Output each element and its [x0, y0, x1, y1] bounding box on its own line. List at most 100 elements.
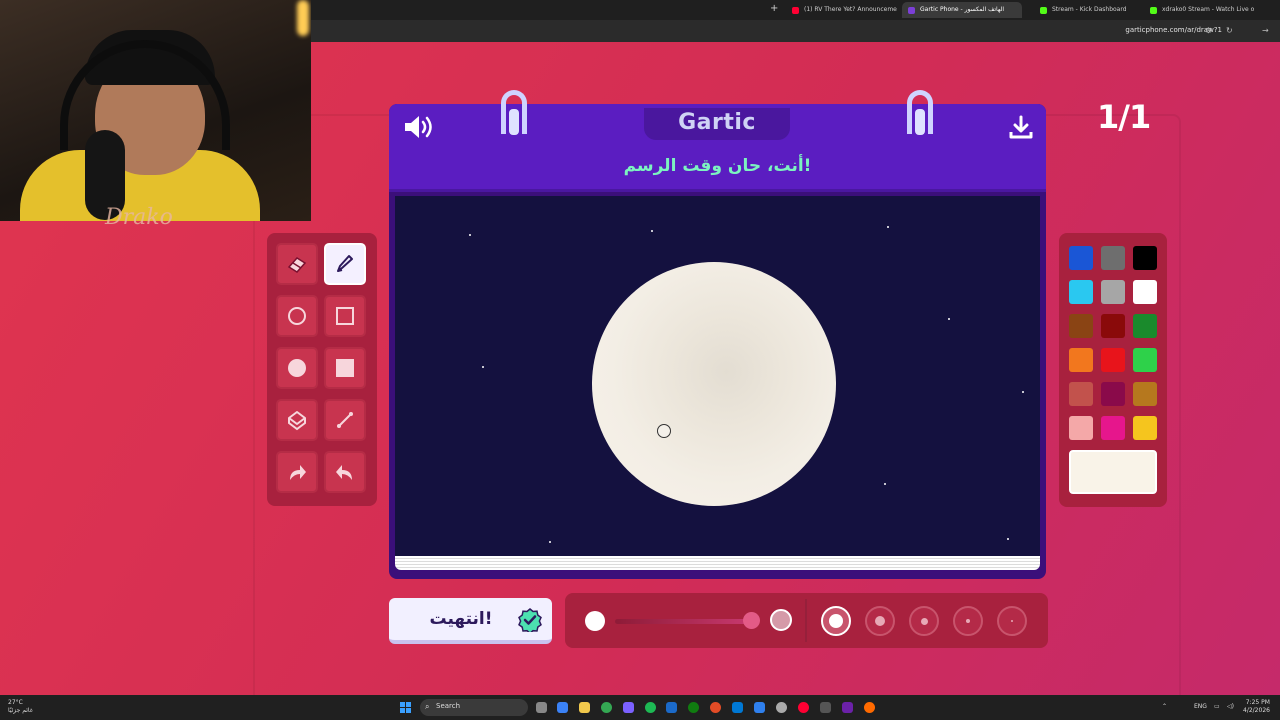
color-swatch[interactable] [1069, 280, 1093, 304]
weather-desc: غائم جزئيًا [8, 707, 33, 714]
color-swatch[interactable] [1069, 382, 1093, 406]
binder-ring-left [501, 90, 527, 135]
browser-tab[interactable]: (1) RV There Yet? Announceme [786, 2, 898, 18]
new-tab-button[interactable]: + [770, 3, 778, 14]
windows-start-icon[interactable] [400, 702, 411, 713]
browser-tab[interactable]: Gartic Phone - الهاتف المكسور [902, 2, 1022, 18]
forward-icon[interactable]: → [1262, 26, 1269, 35]
tab-label: Stream - Kick Dashboard [1052, 6, 1126, 13]
taskview-icon[interactable] [536, 702, 547, 713]
clock-date: 4/2/2026 [1243, 707, 1270, 714]
redo-tool[interactable] [276, 451, 318, 493]
logo-tab: Gartic [644, 108, 790, 140]
color-swatch[interactable] [1133, 382, 1157, 406]
color-swatch[interactable] [1133, 416, 1157, 440]
eraser-tool[interactable] [276, 243, 318, 285]
file-explorer-icon[interactable] [579, 702, 590, 713]
star [549, 541, 551, 543]
brush-size-option[interactable] [821, 606, 851, 636]
brush-size-option[interactable] [909, 606, 939, 636]
brush-cursor [657, 424, 671, 438]
color-swatch[interactable] [1133, 280, 1157, 304]
taskbar-search[interactable]: ⌕ Search [420, 699, 528, 716]
brush-size-option[interactable] [997, 606, 1027, 636]
color-swatch[interactable] [1069, 416, 1093, 440]
brush-size-option[interactable] [865, 606, 895, 636]
round-counter: 1/1 [1097, 98, 1151, 136]
ellipse-outline-tool[interactable] [276, 295, 318, 337]
star [482, 366, 484, 368]
moon-drawing [592, 262, 836, 506]
language-indicator[interactable]: ENG [1194, 703, 1207, 710]
draw-prompt: أنت، حان وقت الرسم! [623, 156, 812, 176]
star [887, 226, 889, 228]
circle-filled-icon [288, 359, 306, 377]
color-swatch[interactable] [1069, 314, 1093, 338]
youtube-icon[interactable] [798, 702, 809, 713]
opacity-slider-knob[interactable] [743, 612, 760, 629]
color-swatch[interactable] [1133, 314, 1157, 338]
opacity-slider[interactable] [615, 619, 755, 624]
spotify-icon[interactable] [645, 702, 656, 713]
ellipse-fill-tool[interactable] [276, 347, 318, 389]
binder-ring-right [907, 90, 933, 135]
download-icon[interactable] [1008, 114, 1034, 140]
chrome-icon[interactable] [601, 702, 612, 713]
color-swatch[interactable] [1069, 246, 1093, 270]
line-tool[interactable] [324, 399, 366, 441]
color-swatch[interactable] [1133, 348, 1157, 372]
undo-tool[interactable] [324, 451, 366, 493]
rect-fill-tool[interactable] [324, 347, 366, 389]
opacity-min-dot [585, 611, 605, 631]
color-swatch[interactable] [1101, 348, 1125, 372]
signature-logo: Drako [105, 205, 173, 230]
xbox-icon[interactable] [688, 702, 699, 713]
circle-outline-icon [288, 307, 306, 325]
drawing-canvas[interactable] [395, 196, 1040, 556]
done-button-label: انتهيت! [429, 609, 493, 629]
app-icon[interactable] [776, 702, 787, 713]
reload-icon[interactable]: ↻ [1226, 26, 1233, 35]
color-swatch[interactable] [1101, 246, 1125, 270]
color-swatch[interactable] [1101, 314, 1125, 338]
app-icon[interactable] [842, 702, 853, 713]
brush-size-dot [875, 616, 885, 626]
card-header: Gartic أنت، حان وقت الرسم! [389, 104, 1046, 192]
brush-size-dot [966, 619, 970, 623]
app-icon[interactable] [710, 702, 721, 713]
color-swatch[interactable] [1133, 246, 1157, 270]
color-swatch[interactable] [1069, 348, 1093, 372]
done-button[interactable]: انتهيت! [389, 598, 552, 644]
brush-size-option[interactable] [953, 606, 983, 636]
color-swatch[interactable] [1101, 416, 1125, 440]
fill-bucket-tool[interactable] [276, 399, 318, 441]
redo-icon [290, 465, 306, 480]
tab-favicon-icon [908, 7, 915, 14]
app-icon[interactable] [623, 702, 634, 713]
app-icon[interactable] [732, 702, 743, 713]
color-swatch[interactable] [1101, 382, 1125, 406]
browser-tab[interactable]: xdrako0 Stream - Watch Live o [1144, 2, 1260, 18]
sound-icon[interactable] [403, 114, 433, 140]
color-swatch[interactable] [1101, 280, 1125, 304]
volume-icon[interactable]: ◁) [1227, 703, 1234, 710]
weather-widget[interactable]: 27°C غائم جزئيًا [8, 699, 33, 715]
app-icon[interactable] [557, 702, 568, 713]
system-clock[interactable]: 7:25 PM 4/2/2026 [1243, 699, 1270, 715]
firefox-icon[interactable] [864, 702, 875, 713]
rect-outline-tool[interactable] [324, 295, 366, 337]
tray-chevron-icon[interactable]: ⌃ [1162, 703, 1167, 710]
pencil-tool[interactable] [324, 243, 366, 285]
search-label: Search [436, 702, 461, 710]
steam-icon[interactable] [666, 702, 677, 713]
eraser-icon [287, 257, 307, 273]
settings-icon[interactable]: ⚙ [1205, 26, 1212, 35]
undo-icon [336, 465, 352, 480]
browser-tab[interactable]: Stream - Kick Dashboard [1034, 2, 1126, 18]
brush-size-dot [1011, 620, 1013, 622]
brush-size-dot [829, 614, 843, 628]
network-icon[interactable]: ▭ [1214, 703, 1220, 710]
app-icon[interactable] [820, 702, 831, 713]
app-icon[interactable] [754, 702, 765, 713]
webcam-overlay [0, 0, 311, 221]
